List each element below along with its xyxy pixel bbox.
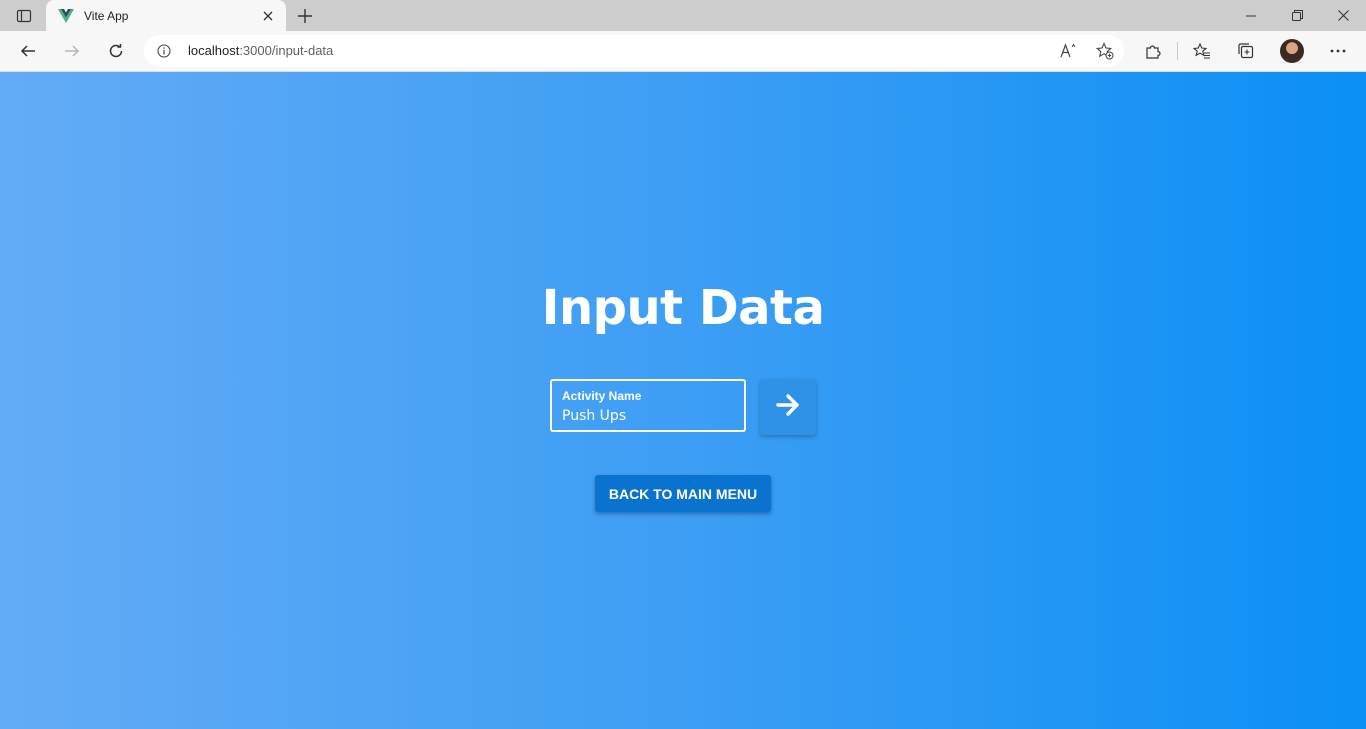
page-background: Input Data Activity Name BACK TO MAIN ME… [0, 72, 1366, 729]
url-host: localhost [188, 43, 240, 58]
favorites-icon[interactable] [1188, 37, 1216, 65]
address-bar[interactable]: localhost:3000/input-data [144, 35, 1124, 67]
tab-title: Vite App [84, 8, 129, 23]
browser-tab-strip: Vite App [0, 0, 1366, 31]
read-aloud-icon[interactable] [1057, 39, 1081, 63]
browser-toolbar: localhost:3000/input-data [0, 31, 1366, 72]
restore-icon[interactable] [1274, 0, 1320, 31]
forward-arrow-icon[interactable] [58, 37, 86, 65]
toolbar-separator [1177, 42, 1178, 60]
info-icon[interactable] [156, 43, 172, 59]
puzzle-icon[interactable] [1139, 37, 1167, 65]
activity-name-input[interactable] [560, 406, 740, 426]
url-path: :3000/input-data [239, 43, 334, 58]
minimize-icon[interactable] [1228, 0, 1274, 31]
more-icon[interactable] [1324, 37, 1352, 65]
collections-icon[interactable] [1232, 37, 1260, 65]
tab-actions-icon[interactable] [8, 4, 40, 28]
back-arrow-icon[interactable] [14, 37, 42, 65]
activity-name-field[interactable]: Activity Name [550, 379, 746, 432]
arrow-right-icon [776, 393, 800, 421]
vue-logo-icon [58, 8, 74, 24]
close-icon[interactable] [256, 4, 280, 28]
page-title: Input Data [541, 280, 825, 336]
activity-name-label: Activity Name [562, 389, 642, 403]
browser-tab[interactable]: Vite App [46, 0, 286, 31]
refresh-icon[interactable] [102, 37, 130, 65]
close-icon[interactable] [1320, 0, 1366, 31]
profile-avatar[interactable] [1280, 39, 1304, 63]
add-favorite-icon[interactable] [1093, 39, 1117, 63]
url-text: localhost:3000/input-data [188, 43, 333, 58]
back-to-main-menu-button[interactable]: BACK TO MAIN MENU [595, 475, 771, 512]
plus-icon[interactable] [293, 4, 317, 28]
submit-button[interactable] [760, 379, 816, 435]
